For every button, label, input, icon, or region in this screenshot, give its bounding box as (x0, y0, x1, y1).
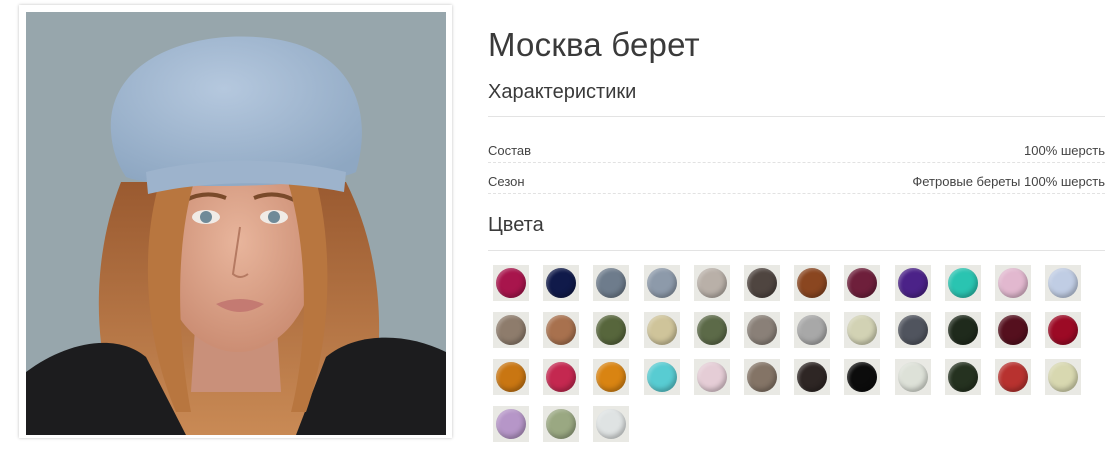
spec-key: Сезон (488, 174, 525, 189)
color-swatch[interactable] (1045, 312, 1081, 348)
color-swatch-beret (496, 409, 526, 439)
color-swatch-beret (546, 362, 576, 392)
color-swatch[interactable] (895, 312, 931, 348)
color-swatch-beret (697, 315, 727, 345)
color-swatch-beret (847, 362, 877, 392)
color-swatch[interactable] (543, 312, 579, 348)
color-swatch[interactable] (493, 265, 529, 301)
color-swatch-beret (948, 362, 978, 392)
color-swatch-beret (697, 268, 727, 298)
color-swatch[interactable] (995, 359, 1031, 395)
color-swatch-beret (948, 268, 978, 298)
color-swatch-beret (647, 362, 677, 392)
color-swatch[interactable] (945, 312, 981, 348)
color-swatch-beret (898, 315, 928, 345)
color-swatch-beret (596, 268, 626, 298)
color-swatch[interactable] (694, 312, 730, 348)
product-photo-frame (19, 5, 452, 438)
color-swatch-beret (496, 362, 526, 392)
color-swatch-beret (998, 362, 1028, 392)
color-swatch[interactable] (543, 406, 579, 442)
color-swatch[interactable] (744, 312, 780, 348)
color-swatch-beret (847, 315, 877, 345)
color-swatch-beret (998, 315, 1028, 345)
color-swatch[interactable] (844, 312, 880, 348)
color-swatch-beret (797, 268, 827, 298)
color-swatch-beret (747, 268, 777, 298)
color-swatch-beret (697, 362, 727, 392)
color-swatch-beret (546, 268, 576, 298)
color-swatch-beret (747, 362, 777, 392)
color-swatch[interactable] (995, 312, 1031, 348)
color-swatch[interactable] (644, 359, 680, 395)
color-swatch-beret (747, 315, 777, 345)
color-swatch[interactable] (593, 265, 629, 301)
color-swatch[interactable] (945, 265, 981, 301)
color-swatch-beret (596, 315, 626, 345)
colors-divider (488, 250, 1105, 251)
color-swatch-beret (998, 268, 1028, 298)
color-swatch[interactable] (744, 359, 780, 395)
color-swatch-beret (797, 315, 827, 345)
spec-value: Фетровые береты 100% шерсть (912, 174, 1105, 189)
specs-divider (488, 116, 1105, 117)
color-swatch[interactable] (694, 265, 730, 301)
color-swatch[interactable] (794, 312, 830, 348)
colors-heading: Цвета (488, 214, 544, 236)
color-swatch-beret (496, 268, 526, 298)
color-swatch[interactable] (593, 406, 629, 442)
color-swatch-beret (496, 315, 526, 345)
color-swatch[interactable] (694, 359, 730, 395)
color-swatch[interactable] (644, 312, 680, 348)
color-swatch-beret (1048, 268, 1078, 298)
color-swatch-beret (596, 362, 626, 392)
color-swatch-beret (948, 315, 978, 345)
color-swatch[interactable] (493, 312, 529, 348)
spec-value: 100% шерсть (1024, 143, 1105, 158)
color-swatch-beret (596, 409, 626, 439)
color-swatch[interactable] (945, 359, 981, 395)
color-swatch-beret (647, 268, 677, 298)
color-swatch[interactable] (593, 312, 629, 348)
color-swatch-beret (546, 409, 576, 439)
color-swatch[interactable] (844, 359, 880, 395)
color-swatch[interactable] (543, 359, 579, 395)
color-swatch[interactable] (895, 265, 931, 301)
spec-row-composition: Состав 100% шерсть (488, 133, 1105, 163)
color-swatch[interactable] (844, 265, 880, 301)
color-swatch-beret (1048, 362, 1078, 392)
color-swatch[interactable] (543, 265, 579, 301)
color-swatch[interactable] (895, 359, 931, 395)
color-swatch-beret (898, 362, 928, 392)
color-swatch[interactable] (1045, 265, 1081, 301)
color-swatch[interactable] (744, 265, 780, 301)
specs-heading: Характеристики (488, 81, 637, 103)
color-swatch-beret (797, 362, 827, 392)
color-swatch[interactable] (794, 265, 830, 301)
color-swatch[interactable] (493, 359, 529, 395)
product-title: Москва берет (488, 26, 700, 63)
color-swatch[interactable] (493, 406, 529, 442)
color-swatch-beret (1048, 315, 1078, 345)
color-swatch-beret (647, 315, 677, 345)
color-swatch-beret (546, 315, 576, 345)
color-swatch[interactable] (593, 359, 629, 395)
color-swatch[interactable] (1045, 359, 1081, 395)
spec-key: Состав (488, 143, 532, 158)
product-photo[interactable] (26, 12, 446, 435)
color-swatch[interactable] (995, 265, 1031, 301)
color-swatch-beret (847, 268, 877, 298)
spec-row-season: Сезон Фетровые береты 100% шерсть (488, 164, 1105, 194)
color-swatch-beret (898, 268, 928, 298)
color-swatch[interactable] (644, 265, 680, 301)
color-swatch[interactable] (794, 359, 830, 395)
